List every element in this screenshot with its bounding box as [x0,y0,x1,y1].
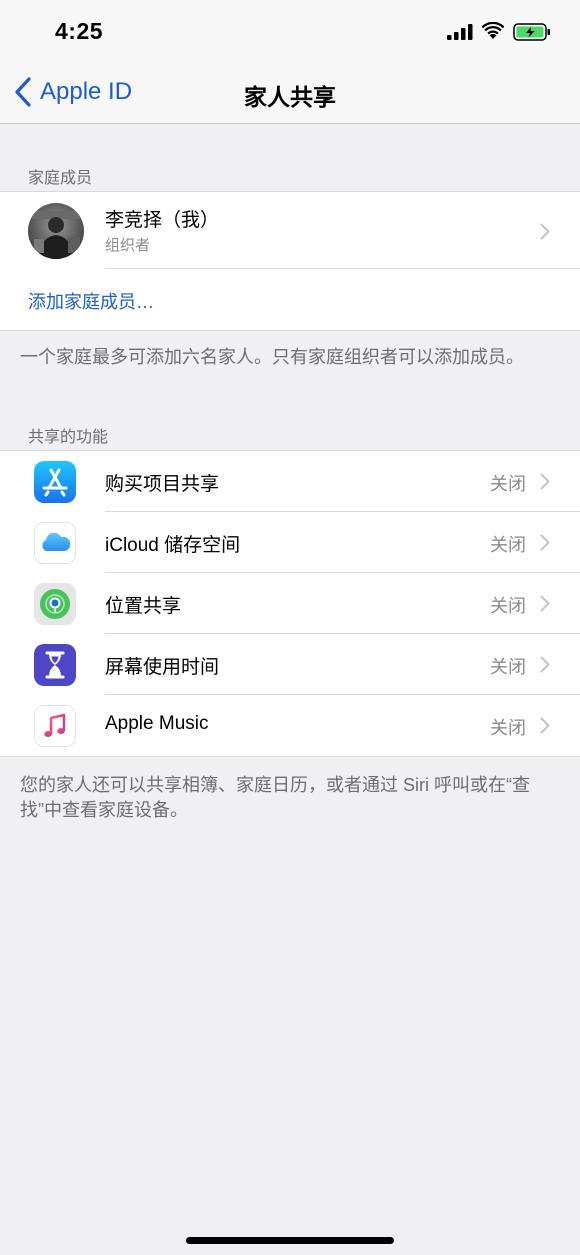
features-footer-note: 您的家人还可以共享相簿、家庭日历，或者通过 Siri 呼叫或在“查找”中查看家庭… [20,775,530,820]
screen-time-icon [34,644,76,686]
feature-row-location-sharing[interactable]: 位置共享 关闭 [0,573,580,634]
back-button-label: Apple ID [40,78,133,105]
apple-music-icon [34,705,76,747]
add-family-member-link[interactable]: 添加家庭成员… [28,288,154,314]
member-photo [28,203,84,259]
chevron-right-icon [540,595,550,612]
feature-row-apple-music[interactable]: Apple Music 关闭 [0,695,580,756]
navigation-bar: 家人共享 Apple ID [0,62,580,124]
avatar [28,203,84,259]
feature-label: 屏幕使用时间 [105,657,220,678]
feature-label: 购买项目共享 [105,474,220,495]
chevron-right-icon [540,223,550,240]
feature-label: Apple Music [105,713,209,734]
app-store-icon [34,461,76,503]
feature-label: iCloud 储存空间 [105,535,241,556]
family-members-header: 家庭成员 [28,170,93,187]
find-my-icon [34,583,76,625]
member-role: 组织者 [105,237,151,254]
chevron-right-icon [540,473,550,490]
add-family-member-row[interactable]: 添加家庭成员… [0,269,580,330]
family-members-group: 李竞择（我） 组织者 添加家庭成员… [0,191,580,331]
family-member-row[interactable]: 李竞择（我） 组织者 [0,192,580,269]
cellular-signal-icon [447,24,473,40]
feature-status: 关闭 [490,535,526,555]
chevron-right-icon [540,534,550,551]
status-time: 4:25 [55,18,104,44]
feature-status: 关闭 [490,718,526,738]
home-indicator[interactable] [186,1237,394,1244]
feature-status: 关闭 [490,596,526,616]
member-name: 李竞择（我） [105,210,220,231]
shared-features-header: 共享的功能 [28,429,109,446]
feature-status: 关闭 [490,474,526,494]
chevron-right-icon [540,656,550,673]
battery-icon [513,23,550,41]
shared-features-group: 购买项目共享 关闭 iCloud 储存空间 关闭 位置共享 关闭 屏幕使用时间 … [0,450,580,757]
family-footer-note: 一个家庭最多可添加六名家人。只有家庭组织者可以添加成员。 [20,347,524,367]
chevron-right-icon [540,717,550,734]
wifi-icon [482,22,504,39]
feature-row-icloud-storage[interactable]: iCloud 储存空间 关闭 [0,512,580,573]
feature-label: 位置共享 [105,596,182,617]
feature-row-screen-time[interactable]: 屏幕使用时间 关闭 [0,634,580,695]
chevron-left-icon [15,77,31,107]
feature-status: 关闭 [490,657,526,677]
feature-row-purchase-sharing[interactable]: 购买项目共享 关闭 [0,451,580,512]
status-bar: 4:25 [0,0,580,62]
back-button[interactable]: Apple ID [14,74,132,110]
icloud-icon [34,522,76,564]
